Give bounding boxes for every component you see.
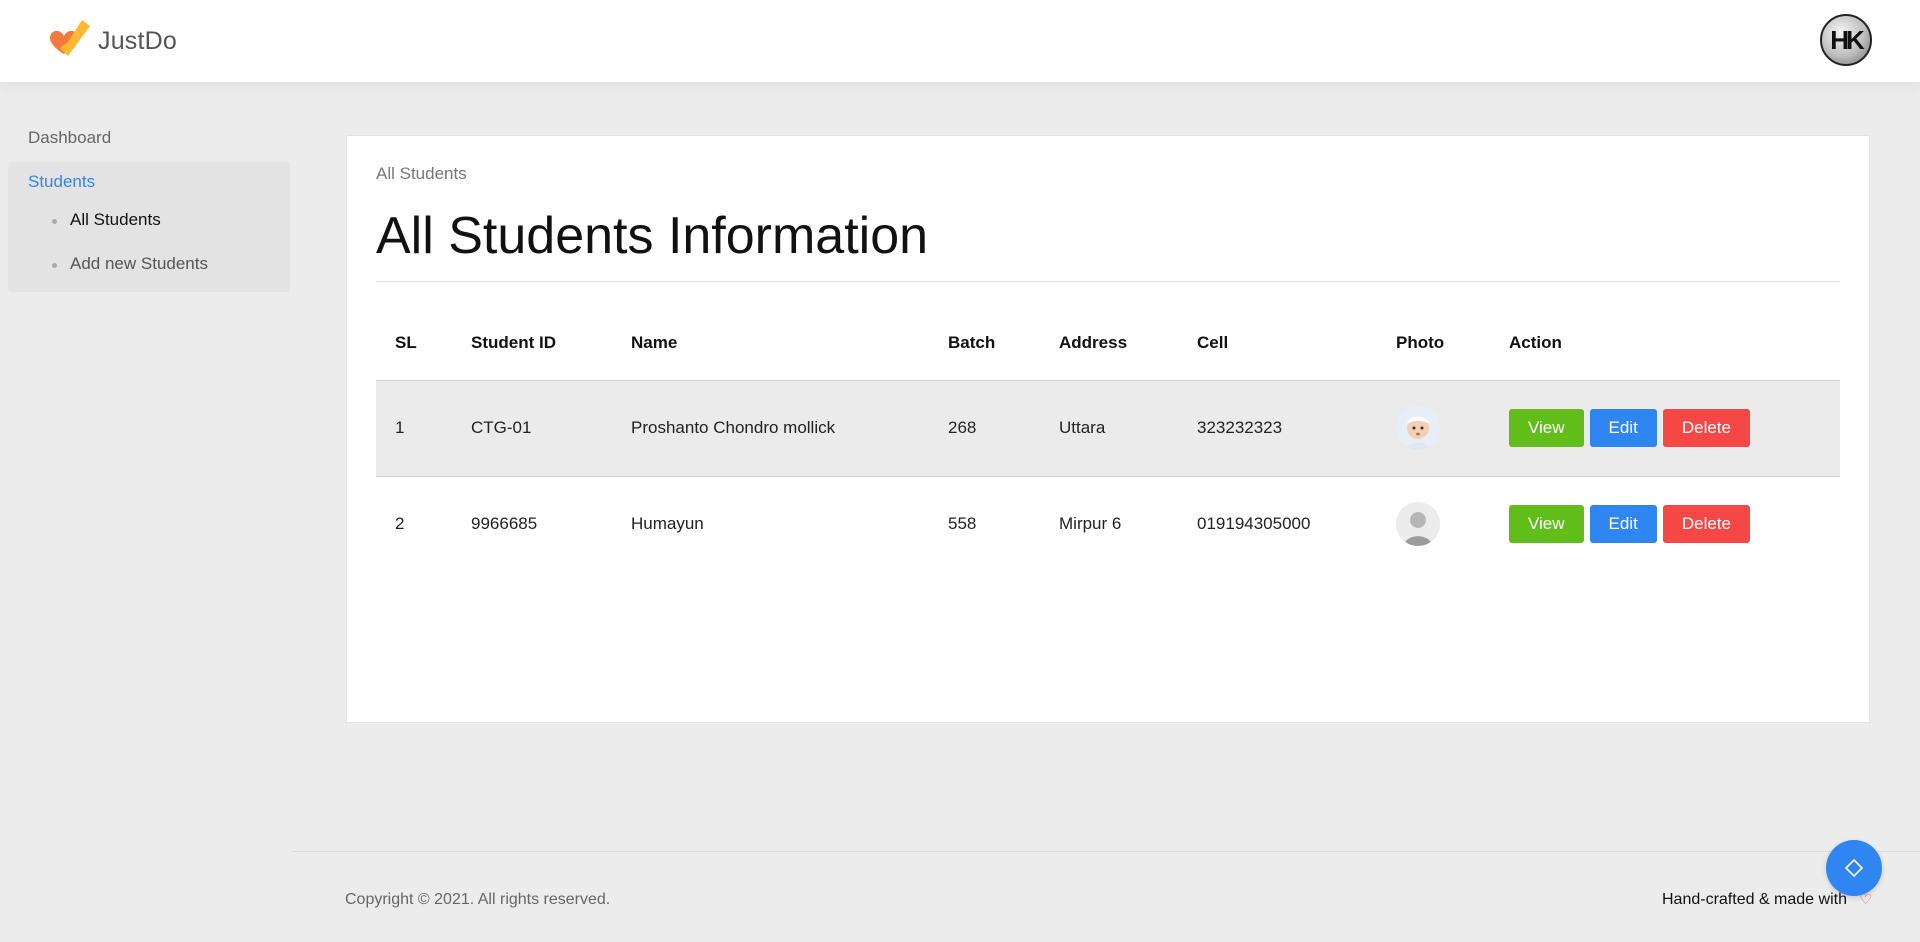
table-header-row: SL Student ID Name Batch Address Cell Ph… bbox=[376, 306, 1840, 381]
app-logo[interactable]: JustDo bbox=[46, 16, 177, 66]
delete-button[interactable]: Delete bbox=[1662, 409, 1750, 447]
student-photo bbox=[1396, 406, 1440, 450]
edit-button[interactable]: Edit bbox=[1589, 409, 1657, 447]
sidebar: Dashboard Students All Students Add new … bbox=[8, 118, 290, 292]
cell-actions: View Edit Delete bbox=[1490, 380, 1840, 477]
column-header-action: Action bbox=[1490, 306, 1840, 381]
column-header-address: Address bbox=[1040, 306, 1178, 381]
top-header: JustDo HK bbox=[0, 0, 1920, 82]
cell-photo bbox=[1377, 380, 1490, 477]
cell-student-id: CTG-01 bbox=[452, 380, 612, 477]
diamond-icon bbox=[1844, 858, 1864, 878]
cell-sl: 1 bbox=[376, 380, 452, 477]
sidebar-submenu: All Students Add new Students bbox=[28, 210, 270, 274]
column-header-name: Name bbox=[612, 306, 929, 381]
table-row: 1 CTG-01 Proshanto Chondro mollick 268 U… bbox=[376, 380, 1840, 477]
edit-button[interactable]: Edit bbox=[1589, 505, 1657, 544]
column-header-student-id: Student ID bbox=[452, 306, 612, 381]
column-header-photo: Photo bbox=[1377, 306, 1490, 381]
floating-action-button[interactable] bbox=[1826, 840, 1882, 896]
sidebar-item-add-new-students[interactable]: Add new Students bbox=[52, 254, 270, 274]
table-row: 2 9966685 Humayun 558 Mirpur 6 019194305… bbox=[376, 476, 1840, 572]
breadcrumb[interactable]: All Students bbox=[376, 164, 467, 184]
cell-address: Mirpur 6 bbox=[1059, 514, 1122, 534]
user-avatar[interactable]: HK bbox=[1820, 14, 1872, 66]
column-header-cell: Cell bbox=[1178, 306, 1377, 381]
page-title: All Students Information bbox=[376, 207, 929, 265]
cell-name: Proshanto Chondro mollick bbox=[612, 380, 929, 477]
app-name: JustDo bbox=[98, 26, 178, 55]
students-card: All Students All Students Information SL… bbox=[346, 135, 1870, 723]
cell-batch: 558 bbox=[948, 514, 977, 534]
cell-phone: 019194305000 bbox=[1197, 514, 1311, 534]
title-divider bbox=[376, 281, 1840, 282]
view-button[interactable]: View bbox=[1509, 505, 1584, 544]
made-with-label: Hand-crafted & made with bbox=[1662, 891, 1847, 908]
sidebar-item-students[interactable]: Students bbox=[28, 172, 270, 210]
logo-mark-icon bbox=[46, 16, 98, 66]
cell-phone: 323232323 bbox=[1178, 380, 1377, 477]
copyright-text: Copyright © 2021. All rights reserved. bbox=[345, 891, 611, 908]
cell-actions: View Edit Delete bbox=[1490, 476, 1840, 572]
cell-student-id: 9966685 bbox=[471, 514, 538, 534]
page-footer: Copyright © 2021. All rights reserved. H… bbox=[292, 851, 1920, 942]
students-table: SL Student ID Name Batch Address Cell Ph… bbox=[376, 306, 1840, 572]
column-header-sl: SL bbox=[376, 306, 452, 381]
view-button[interactable]: View bbox=[1509, 409, 1584, 447]
column-header-batch: Batch bbox=[929, 306, 1040, 381]
sidebar-item-all-students[interactable]: All Students bbox=[52, 210, 270, 230]
delete-button[interactable]: Delete bbox=[1662, 505, 1750, 544]
student-photo bbox=[1396, 502, 1440, 547]
cell-sl: 2 bbox=[395, 514, 405, 534]
sidebar-item-dashboard[interactable]: Dashboard bbox=[8, 118, 290, 158]
cell-address: Uttara bbox=[1040, 380, 1178, 477]
sidebar-group-students: Students All Students Add new Students bbox=[8, 162, 290, 292]
cell-photo bbox=[1377, 476, 1490, 572]
made-with-text: Hand-crafted & made with ♡ bbox=[1662, 891, 1872, 909]
cell-batch: 268 bbox=[929, 380, 1040, 477]
cell-name: Humayun bbox=[631, 514, 704, 534]
